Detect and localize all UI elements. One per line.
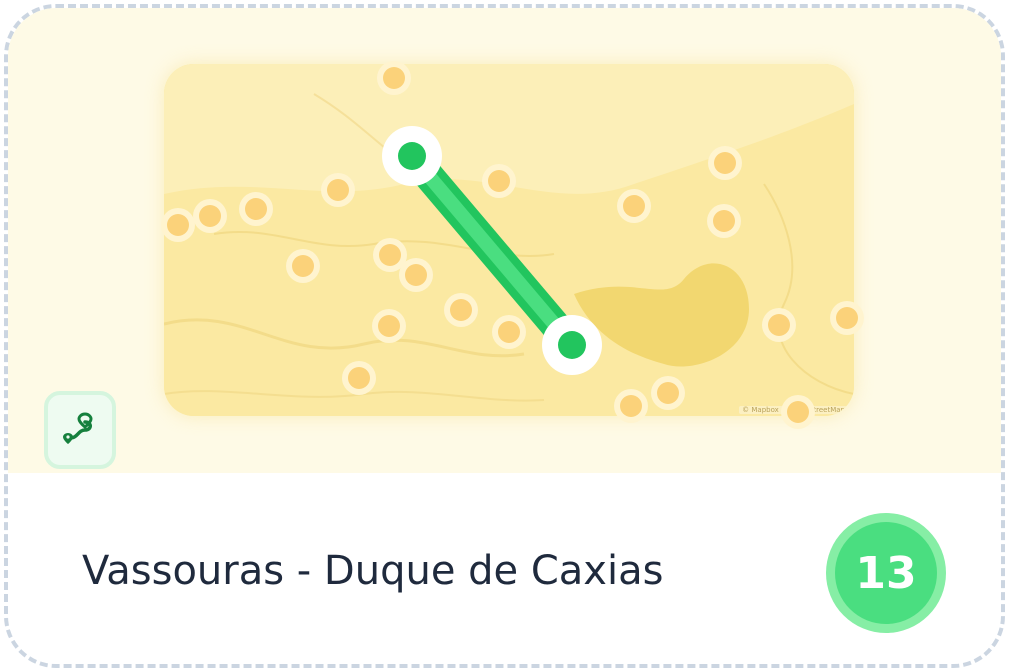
count-badge: 13 (826, 513, 946, 633)
map-frame[interactable]: © Mapbox © OpenStreetMap (164, 64, 854, 416)
route-type-badge[interactable] (44, 391, 116, 469)
map-attribution[interactable]: © Mapbox © OpenStreetMap (739, 406, 848, 414)
route-card[interactable]: © Mapbox © OpenStreetMap Vassouras - Duq… (4, 4, 1005, 668)
count-value: 13 (835, 522, 937, 624)
route-title: Vassouras - Duque de Caxias (82, 548, 664, 594)
map-area: © Mapbox © OpenStreetMap (8, 8, 1001, 473)
route-icon (60, 408, 100, 452)
map-terrain (164, 64, 854, 416)
